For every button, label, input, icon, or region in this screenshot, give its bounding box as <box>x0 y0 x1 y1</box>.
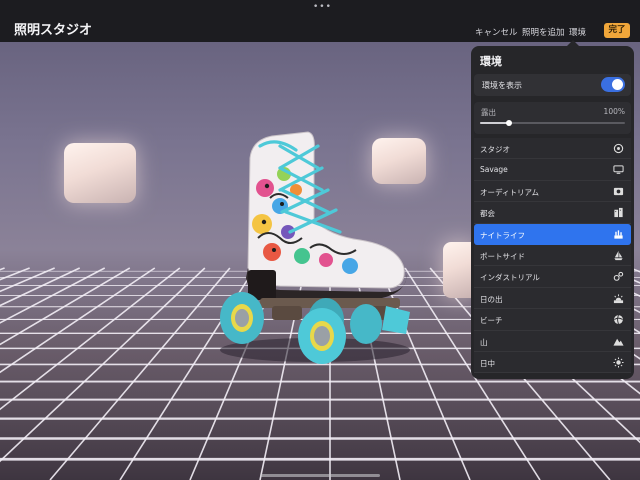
environment-item-8[interactable]: 日の出 <box>474 287 631 310</box>
environment-item-label: 山 <box>480 337 488 347</box>
sun-icon <box>613 357 624 368</box>
sunrise-icon <box>613 294 624 303</box>
sailboat-icon <box>614 250 623 261</box>
environment-item-label: 日中 <box>480 358 495 368</box>
environment-item-label: 都会 <box>480 209 495 219</box>
page-title: 照明スタジオ <box>14 23 93 38</box>
environment-item-label: 日の出 <box>480 294 503 304</box>
monitor-icon <box>613 165 624 175</box>
environment-item-label: ポートサイド <box>480 251 525 261</box>
environment-item-label: インダストリアル <box>480 273 540 283</box>
environment-item-2[interactable]: Savage <box>474 159 631 181</box>
city-icon <box>614 208 623 218</box>
industrial-icon <box>613 272 624 282</box>
environment-item-5[interactable]: ナイトライフ <box>474 223 631 245</box>
environment-item-label: スタジオ <box>480 145 510 154</box>
beach-ball-icon <box>614 315 623 325</box>
environment-item-7[interactable]: インダストリアル <box>474 266 631 288</box>
popover-title: 環境 <box>480 55 502 68</box>
environment-button[interactable]: 環境 <box>569 26 586 38</box>
environment-item-label: ビーチ <box>480 316 503 326</box>
show-environment-label: 環境を表示 <box>482 81 522 90</box>
show-environment-row[interactable]: 環境を表示 <box>474 74 631 96</box>
exposure-label: 露出 <box>481 108 496 117</box>
show-environment-toggle[interactable] <box>601 77 625 92</box>
toggle-knob <box>612 79 623 90</box>
exposure-value: 100% <box>603 107 625 116</box>
exposure-slider-thumb[interactable] <box>506 120 512 126</box>
roller-skate-model[interactable] <box>210 128 425 368</box>
environment-popover: 環境 環境を表示 露出 100% スタジオ Savage オーディトリアム 都会ナイト… <box>471 46 634 379</box>
exposure-slider[interactable] <box>480 120 625 126</box>
environment-item-10[interactable]: 山 <box>474 330 631 352</box>
environment-list: スタジオ Savage オーディトリアム 都会ナイトライフ ポートサイドインダストリアル… <box>474 138 631 374</box>
home-indicator <box>260 474 380 477</box>
nightlife-icon <box>614 229 623 239</box>
light-cube-left[interactable] <box>64 143 136 203</box>
mountain-icon <box>613 338 624 346</box>
environment-item-label: Savage <box>480 165 508 175</box>
cancel-button[interactable]: キャンセル <box>475 26 518 38</box>
environment-item-11[interactable]: 日中 <box>474 351 631 374</box>
grabber-handle[interactable]: ••• <box>313 3 332 12</box>
light-cube-right[interactable] <box>443 242 473 298</box>
exposure-slider-fill <box>480 122 509 124</box>
environment-item-3[interactable]: オーディトリアム <box>474 180 631 203</box>
environment-item-label: ナイトライフ <box>480 230 525 240</box>
environment-item-6[interactable]: ポートサイド <box>474 244 631 267</box>
exposure-control: 露出 100% <box>474 102 631 134</box>
environment-item-4[interactable]: 都会 <box>474 202 631 224</box>
studio-icon <box>613 143 624 154</box>
environment-item-label: オーディトリアム <box>480 187 539 197</box>
environment-item-1[interactable]: スタジオ <box>474 138 631 160</box>
done-button[interactable]: 完了 <box>604 23 630 38</box>
environment-item-9[interactable]: ビーチ <box>474 309 631 331</box>
add-light-button[interactable]: 照明を追加 <box>522 26 565 38</box>
auditorium-icon <box>613 187 624 195</box>
top-bar: ••• 照明スタジオ キャンセル 照明を追加 環境 完了 <box>0 0 640 42</box>
